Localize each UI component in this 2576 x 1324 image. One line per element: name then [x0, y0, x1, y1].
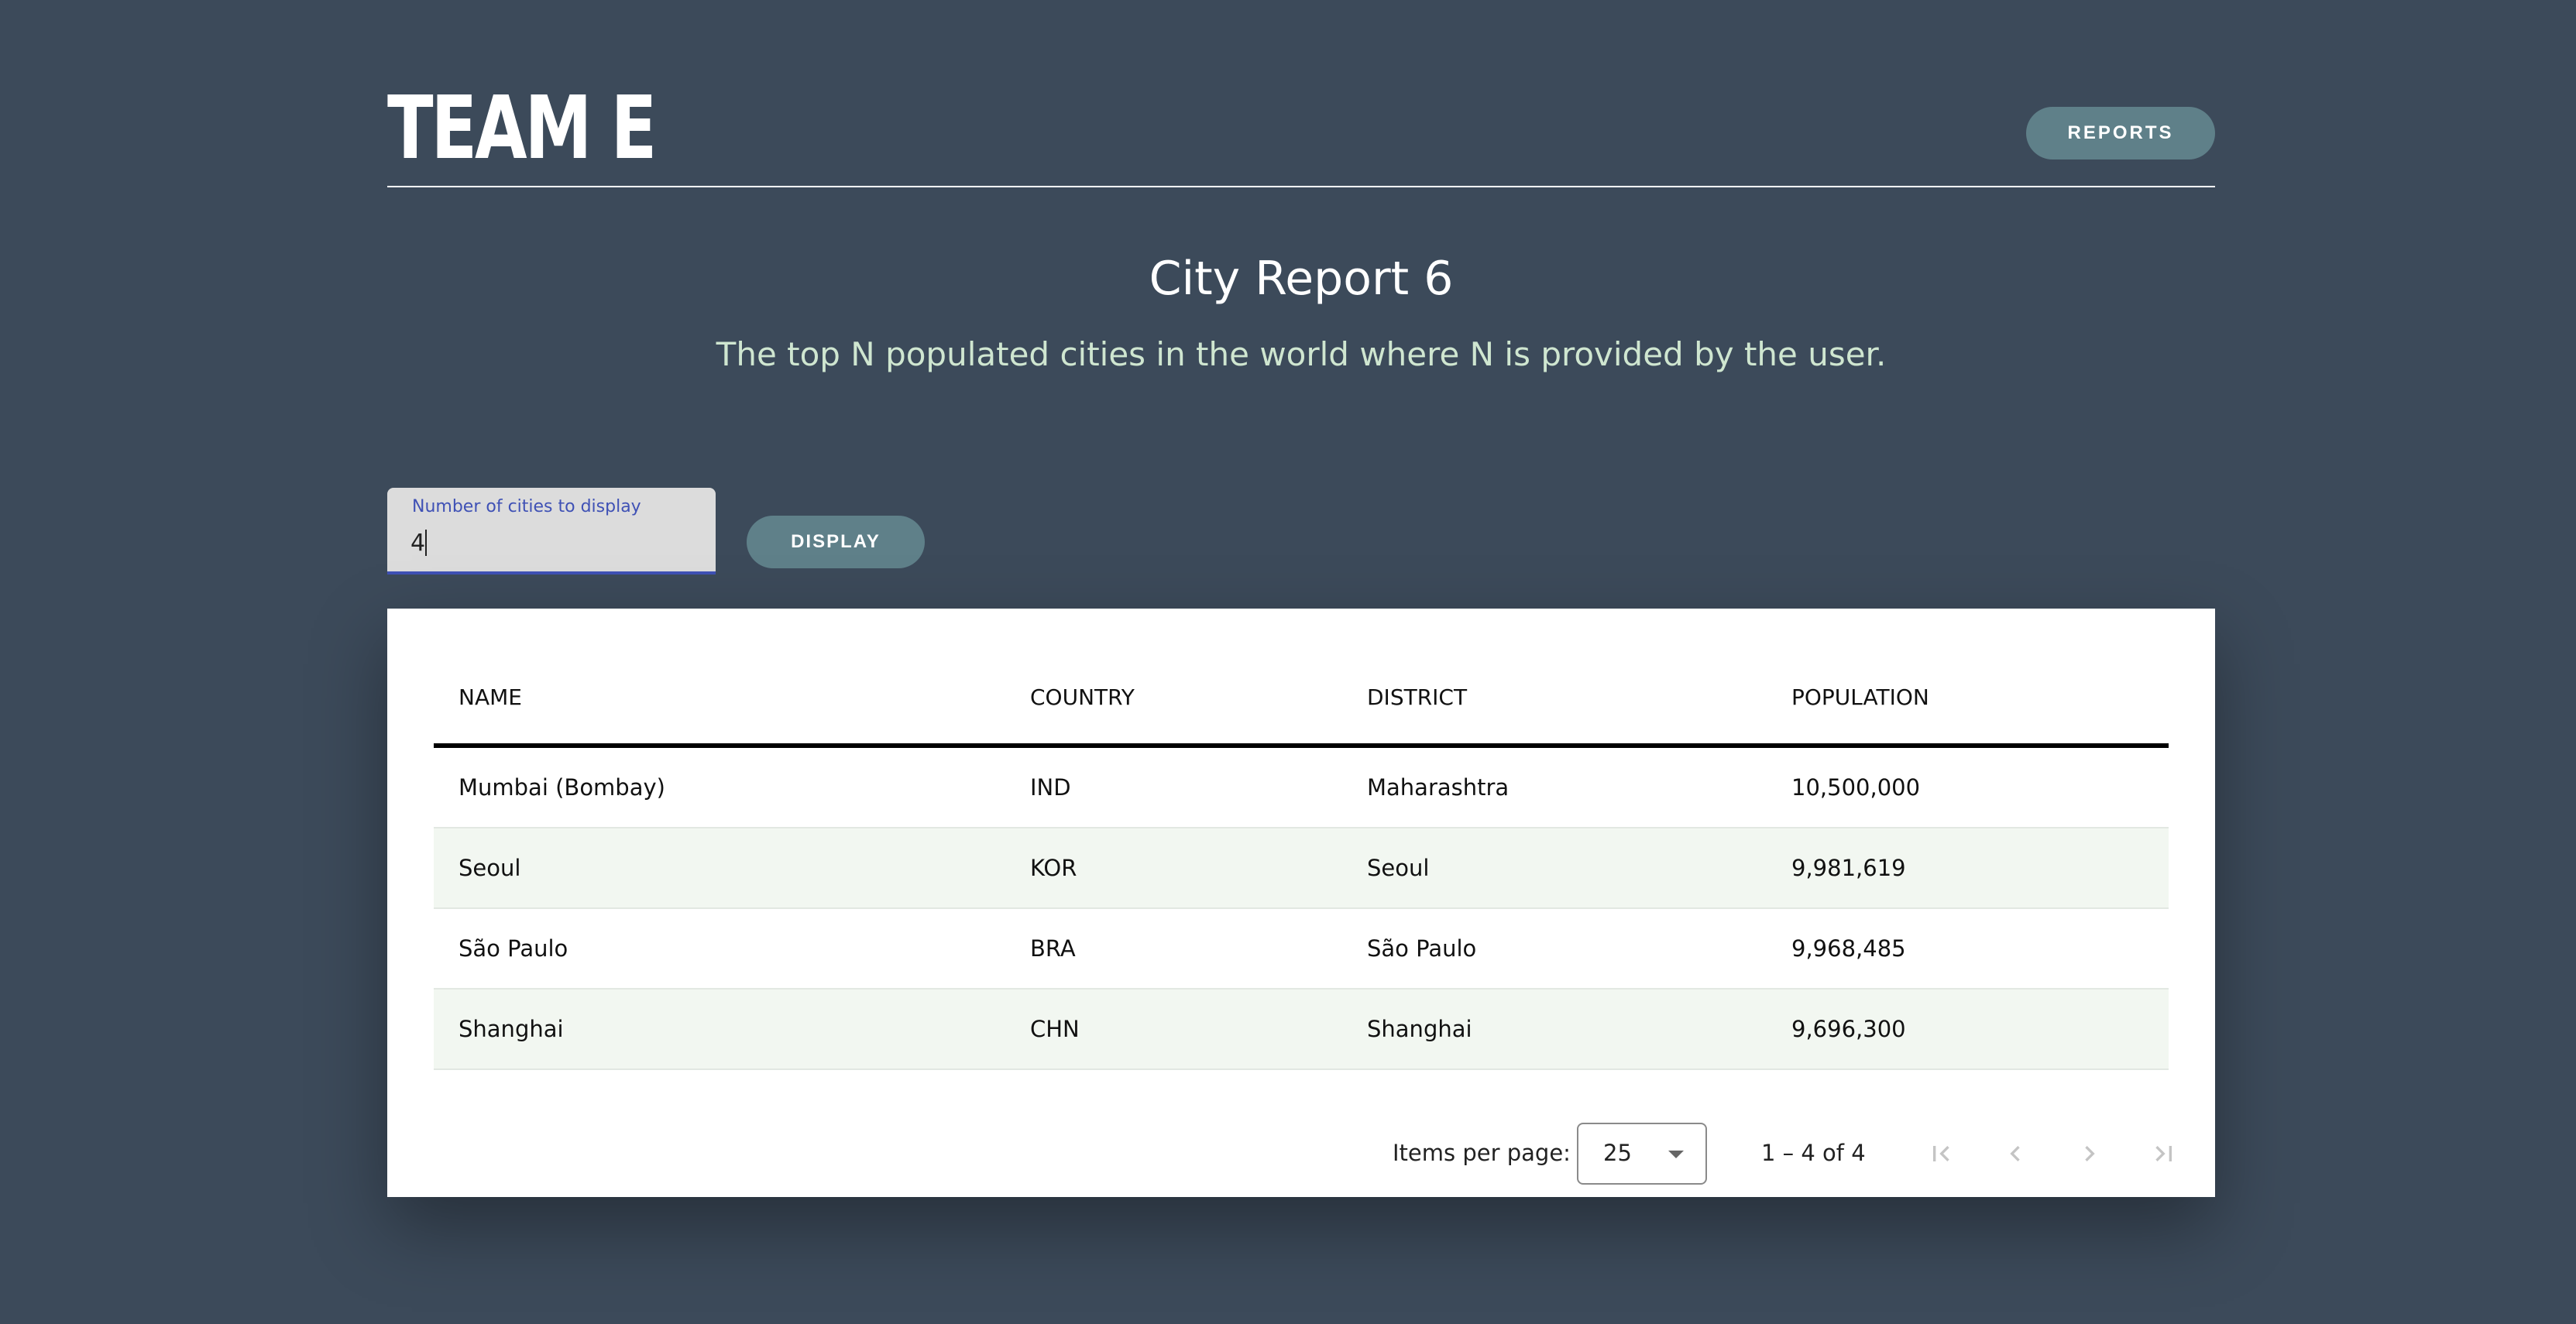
cell-district: São Paulo [1367, 935, 1477, 962]
last-page-icon [2155, 1146, 2172, 1161]
table-row: São Paulo BRA São Paulo 9,968,485 [434, 909, 2169, 990]
cell-district: Shanghai [1367, 1016, 1472, 1042]
page-title: City Report 6 [1149, 252, 1454, 306]
cell-population: 9,696,300 [1791, 1016, 1906, 1042]
cell-population: 9,968,485 [1791, 935, 1906, 962]
cell-population: 9,981,619 [1791, 855, 1906, 881]
column-header-name[interactable]: NAME [459, 684, 522, 710]
results-table: NAME COUNTRY DISTRICT POPULATION Mumbai … [434, 655, 2169, 1070]
cell-population: 10,500,000 [1791, 774, 1921, 801]
paginator: Items per page: 25 1 – 4 of 4 [387, 1123, 2215, 1185]
table-row: Mumbai (Bombay) IND Maharashtra 10,500,0… [434, 748, 2169, 828]
cell-country: KOR [1030, 855, 1077, 881]
dropdown-arrow-icon [1668, 1151, 1684, 1158]
items-per-page-select[interactable]: 25 [1577, 1123, 1707, 1185]
cell-name: Seoul [459, 855, 521, 881]
city-count-field[interactable]: Number of cities to display [387, 488, 716, 575]
column-header-country[interactable]: COUNTRY [1030, 684, 1135, 710]
table-row: Seoul KOR Seoul 9,981,619 [434, 828, 2169, 909]
city-count-label: Number of cities to display [412, 497, 641, 516]
table-header: NAME COUNTRY DISTRICT POPULATION [434, 655, 2169, 748]
cell-district: Seoul [1367, 855, 1430, 881]
column-header-district[interactable]: DISTRICT [1367, 684, 1467, 710]
first-page-icon [1933, 1146, 1949, 1161]
cell-country: IND [1030, 774, 1071, 801]
column-header-population[interactable]: POPULATION [1791, 684, 1929, 710]
city-count-input[interactable] [410, 525, 689, 561]
table-row: Shanghai CHN Shanghai 9,696,300 [434, 990, 2169, 1070]
next-page-icon [2085, 1146, 2095, 1161]
cell-country: CHN [1030, 1016, 1080, 1042]
items-per-page-value: 25 [1603, 1140, 1632, 1166]
previous-page-icon [2010, 1146, 2020, 1161]
next-page-button[interactable] [2065, 1129, 2114, 1178]
last-page-button[interactable] [2139, 1129, 2189, 1178]
cell-name: São Paulo [459, 935, 568, 962]
first-page-button[interactable] [1916, 1129, 1966, 1178]
items-per-page-label: Items per page: [1393, 1140, 1571, 1166]
cell-district: Maharashtra [1367, 774, 1510, 801]
text-caret [425, 530, 427, 556]
header-divider [387, 186, 2215, 187]
page-subtitle: The top N populated cities in the world … [716, 335, 1887, 373]
reports-button[interactable]: REPORTS [2026, 107, 2215, 159]
results-card: NAME COUNTRY DISTRICT POPULATION Mumbai … [387, 609, 2215, 1197]
cell-name: Mumbai (Bombay) [459, 774, 665, 801]
cell-country: BRA [1030, 935, 1076, 962]
previous-page-button[interactable] [1990, 1129, 2040, 1178]
display-button[interactable]: DISPLAY [747, 516, 925, 568]
cell-name: Shanghai [459, 1016, 564, 1042]
brand-title: TEAM E [387, 78, 657, 179]
page-range-label: 1 – 4 of 4 [1761, 1140, 1866, 1166]
